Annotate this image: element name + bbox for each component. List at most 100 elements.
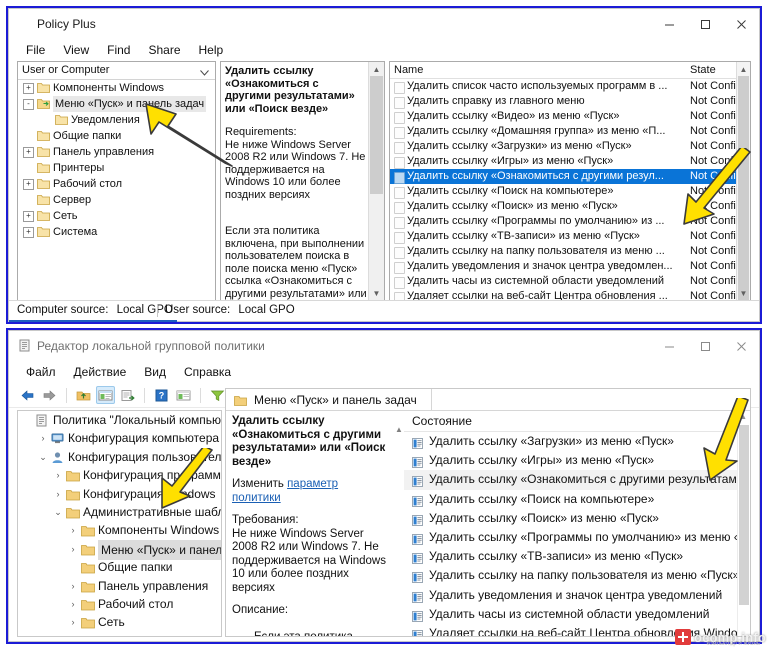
table-row[interactable]: Удалить ссылку «Программы по умолчанию» …	[390, 214, 750, 229]
gpedit-tree-item-10[interactable]: › Рабочий стол	[18, 595, 221, 613]
menu-item-view[interactable]: View	[54, 41, 98, 59]
export-list-icon[interactable]	[118, 386, 137, 404]
minimize-button[interactable]	[651, 9, 687, 39]
tree-expander-icon[interactable]: -	[23, 99, 34, 110]
tree-item-8[interactable]: + Сеть	[18, 208, 215, 224]
tree-item-0[interactable]: + Компоненты Windows	[18, 80, 215, 96]
table-row[interactable]: Удалить ссылку «Игры» из меню «Пуск» Not …	[390, 154, 750, 169]
tree-item-1[interactable]: - Меню «Пуск» и панель задач	[18, 96, 215, 112]
gpedit-tree-item-0[interactable]: Политика "Локальный компьютер"	[18, 411, 221, 429]
scroll-up-icon[interactable]: ▲	[369, 62, 384, 76]
tree-item-3[interactable]: Общие папки	[18, 128, 215, 144]
gpedit-tree-item-12[interactable]: › Система	[18, 632, 221, 637]
chevron-icon[interactable]: ›	[67, 632, 79, 637]
gpedit-tree-item-5[interactable]: ⌄ Административные шаблоны	[18, 503, 221, 521]
menu-item-view[interactable]: Вид	[135, 363, 175, 381]
tree-item-7[interactable]: Сервер	[18, 192, 215, 208]
column-setting[interactable]: Состояние	[412, 414, 472, 428]
chevron-icon[interactable]: ›	[67, 521, 79, 539]
policy-tree[interactable]: + Компоненты Windows - Меню «Пуск» и панель…	[18, 80, 215, 300]
gpedit-tree-item-7[interactable]: › Меню «Пуск» и панель задач	[18, 539, 221, 561]
gpedit-tree-item-8[interactable]: Общие папки	[18, 558, 221, 576]
maximize-button[interactable]	[687, 331, 723, 361]
table-row[interactable]: Удалить часы из системной области уведом…	[390, 274, 750, 289]
table-row[interactable]: Удалить ссылку «Поиск на компьютере» Not …	[390, 184, 750, 199]
menu-item-share[interactable]: Share	[139, 41, 189, 59]
tree-item-2[interactable]: Уведомления	[18, 112, 215, 128]
chevron-icon[interactable]: ⌄	[52, 503, 64, 521]
help-icon[interactable]: ?	[152, 386, 171, 404]
back-arrow-icon[interactable]	[18, 386, 37, 404]
gpedit-tree-panel[interactable]: Политика "Локальный компьютер" › Конфигура…	[17, 410, 222, 637]
scroll-up-icon[interactable]: ▲	[740, 414, 747, 421]
table-row[interactable]: Удалить ссылку «ТВ-записи» из меню «Пуск…	[390, 229, 750, 244]
tree-item-6[interactable]: + Рабочий стол	[18, 176, 215, 192]
tree-expander-icon[interactable]: +	[23, 83, 34, 94]
table-row[interactable]: Удалить ссылку «Домашняя группа» из меню…	[390, 124, 750, 139]
table-row[interactable]: Удалить уведомления и значок центра увед…	[404, 586, 750, 605]
table-row[interactable]: Удалить часы из системной области уведом…	[404, 605, 750, 624]
table-row[interactable]: Удалить ссылку «Загрузки» из меню «Пуск»…	[404, 432, 750, 451]
table-row[interactable]: Удалить справку из главного меню Not Conf…	[390, 94, 750, 109]
chevron-icon[interactable]: ⌄	[37, 448, 49, 466]
chevron-icon[interactable]: ›	[37, 429, 49, 447]
table-row[interactable]: Удалить ссылку «Видео» из меню «Пуск» Not…	[390, 109, 750, 124]
scroll-thumb[interactable]	[739, 425, 749, 605]
menu-item-file[interactable]: Файл	[17, 363, 65, 381]
table-row[interactable]: Удалить ссылку «Программы по умолчанию» …	[404, 528, 750, 547]
tree-expander-icon[interactable]: +	[23, 227, 34, 238]
menu-item-help[interactable]: Help	[190, 41, 233, 59]
policy-list[interactable]: Удалить список часто используемых програ…	[390, 79, 750, 300]
gpedit-tree-item-11[interactable]: › Сеть	[18, 613, 221, 631]
table-row[interactable]: Удалить ссылку «ТВ-записи» из меню «Пуск…	[404, 547, 750, 566]
properties-icon[interactable]	[174, 386, 193, 404]
gpedit-tree-item-1[interactable]: › Конфигурация компьютера	[18, 429, 221, 447]
close-button[interactable]	[723, 9, 759, 39]
gpedit-list[interactable]: Удалить ссылку «Загрузки» из меню «Пуск»…	[404, 432, 750, 636]
menu-item-find[interactable]: Find	[98, 41, 139, 59]
table-row[interactable]: Удалить ссылку «Поиск» из меню «Пуск»Не …	[404, 509, 750, 528]
maximize-button[interactable]	[687, 9, 723, 39]
gpedit-tree-item-2[interactable]: ⌄ Конфигурация пользователя	[18, 448, 221, 466]
tab-start-menu[interactable]: Меню «Пуск» и панель задач	[226, 389, 432, 411]
show-hide-tree-icon[interactable]	[96, 386, 115, 404]
table-row[interactable]: Удалить ссылку «Загрузки» из меню «Пуск»…	[390, 139, 750, 154]
chevron-icon[interactable]: ›	[67, 613, 79, 631]
scroll-up-icon[interactable]: ▲	[737, 62, 750, 76]
scroll-down-icon[interactable]: ▼	[369, 286, 384, 300]
tree-item-4[interactable]: + Панель управления	[18, 144, 215, 160]
table-row[interactable]: Удалить ссылку «Поиск» из меню «Пуск» Not…	[390, 199, 750, 214]
gpedit-description-scrollbar[interactable]: ▲	[394, 425, 404, 636]
description-scrollbar[interactable]: ▲ ▼	[368, 62, 384, 300]
chevron-icon[interactable]: ›	[52, 485, 64, 503]
forward-arrow-icon[interactable]	[40, 386, 59, 404]
table-row[interactable]: Удалить ссылку «Ознакомиться с другими р…	[390, 169, 750, 184]
table-row[interactable]: Удалить ссылку «Поиск на компьютере»Не з…	[404, 490, 750, 509]
menu-item-help[interactable]: Справка	[175, 363, 240, 381]
close-button[interactable]	[723, 331, 759, 361]
gpedit-tree-item-4[interactable]: › Конфигурация Windows	[18, 485, 221, 503]
chevron-icon[interactable]: ›	[67, 595, 79, 613]
tree-item-5[interactable]: Принтеры	[18, 160, 215, 176]
gpedit-list-scrollbar[interactable]: ▲	[737, 411, 750, 636]
gpedit-tree-item-6[interactable]: › Компоненты Windows	[18, 521, 221, 539]
up-folder-icon[interactable]	[74, 386, 93, 404]
table-row[interactable]: Удалить ссылку «Ознакомиться с другими р…	[404, 470, 750, 490]
column-name[interactable]: Name	[394, 64, 423, 76]
minimize-button[interactable]	[651, 331, 687, 361]
table-row[interactable]: Удалить ссылку «Игры» из меню «Пуск»Не з…	[404, 451, 750, 470]
tree-expander-icon[interactable]: +	[23, 211, 34, 222]
scroll-thumb[interactable]	[370, 76, 383, 194]
user-or-computer-combo[interactable]: User or Computer	[18, 62, 215, 80]
table-row[interactable]: Удалить уведомления и значок центра увед…	[390, 259, 750, 274]
tree-item-9[interactable]: + Система	[18, 224, 215, 240]
gpedit-tree-item-3[interactable]: › Конфигурация программ	[18, 466, 221, 484]
scroll-up-icon[interactable]: ▲	[395, 425, 403, 434]
scroll-thumb[interactable]	[738, 76, 749, 300]
chevron-icon[interactable]: ›	[52, 466, 64, 484]
chevron-icon[interactable]: ›	[67, 577, 79, 595]
table-row[interactable]: Удалить список часто используемых програ…	[390, 79, 750, 94]
tree-expander-icon[interactable]: +	[23, 147, 34, 158]
policy-list-scrollbar[interactable]: ▲ ▼	[736, 62, 750, 300]
scroll-down-icon[interactable]: ▼	[737, 286, 750, 300]
